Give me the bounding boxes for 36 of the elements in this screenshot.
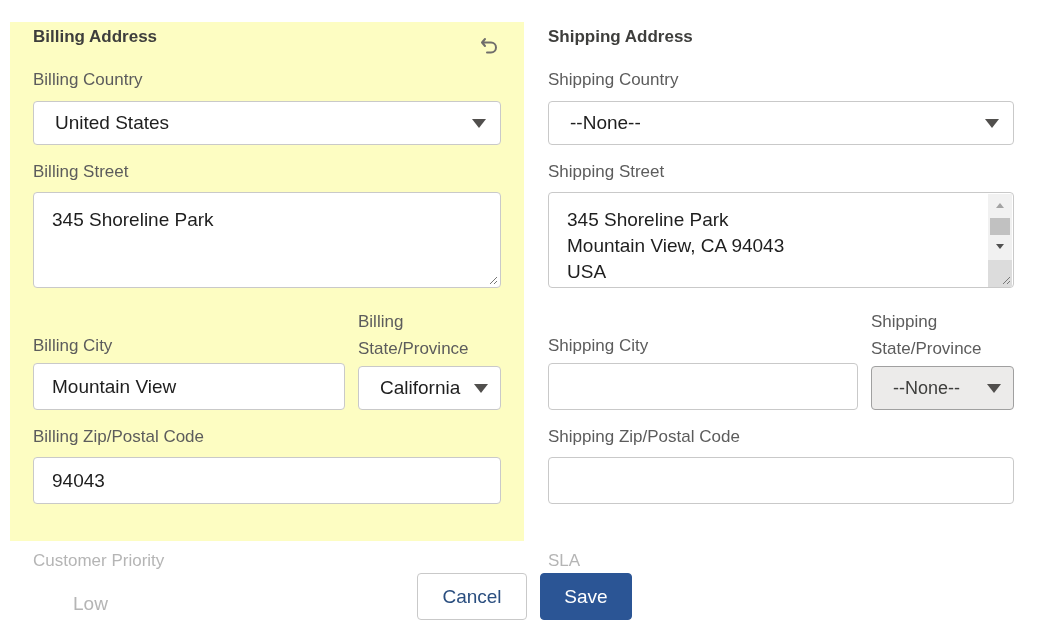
field-label: Shipping City (548, 335, 649, 357)
state-select[interactable]: California (358, 366, 501, 410)
field-label: Shipping Street (548, 161, 665, 183)
field-label: Shipping Country (548, 69, 679, 91)
field-label: Shipping Zip/Postal Code (548, 426, 740, 448)
field-label: Customer Priority (33, 551, 165, 571)
select-value: Low (73, 593, 108, 615)
street-textarea[interactable]: 345 Shoreline Park Mountain View, CA 94043 USA (548, 192, 1014, 288)
action-button[interactable]: Save (540, 573, 632, 620)
city-input[interactable]: Mountain View (33, 363, 345, 410)
field-label: Billing Zip/Postal Code (33, 426, 205, 448)
section-title: Shipping Address (548, 26, 693, 48)
zip-input[interactable] (548, 457, 1014, 504)
action-button[interactable]: Cancel (417, 573, 527, 620)
caret-icon (987, 383, 1001, 393)
resize-grip-icon[interactable] (1001, 275, 1011, 285)
caret-icon (472, 118, 486, 128)
street-text: 345 Shoreline Park (52, 208, 214, 232)
section-title: Billing Address (33, 26, 158, 48)
street-text: 345 Shoreline Park Mountain View, CA 94043 USA (567, 208, 785, 284)
caret-icon (474, 383, 488, 393)
scrollbar-drawing[interactable] (988, 194, 1012, 287)
field-label: Shipping State/Province (871, 311, 983, 360)
undo-icon[interactable] (480, 35, 500, 55)
street-textarea[interactable]: 345 Shoreline Park (33, 192, 501, 288)
field-label: SLA (548, 551, 581, 571)
country-select[interactable]: United States (33, 101, 501, 145)
field-label: Billing Street (33, 161, 129, 183)
field-label: Billing State/Province (358, 311, 470, 360)
resize-grip-icon[interactable] (488, 275, 498, 285)
zip-input[interactable]: 94043 (33, 457, 501, 504)
field-label: Billing Country (33, 69, 143, 91)
country-select[interactable]: --None-- (548, 101, 1014, 145)
field-label: Billing City (33, 335, 113, 357)
city-input[interactable] (548, 363, 858, 410)
caret-icon (985, 118, 999, 128)
